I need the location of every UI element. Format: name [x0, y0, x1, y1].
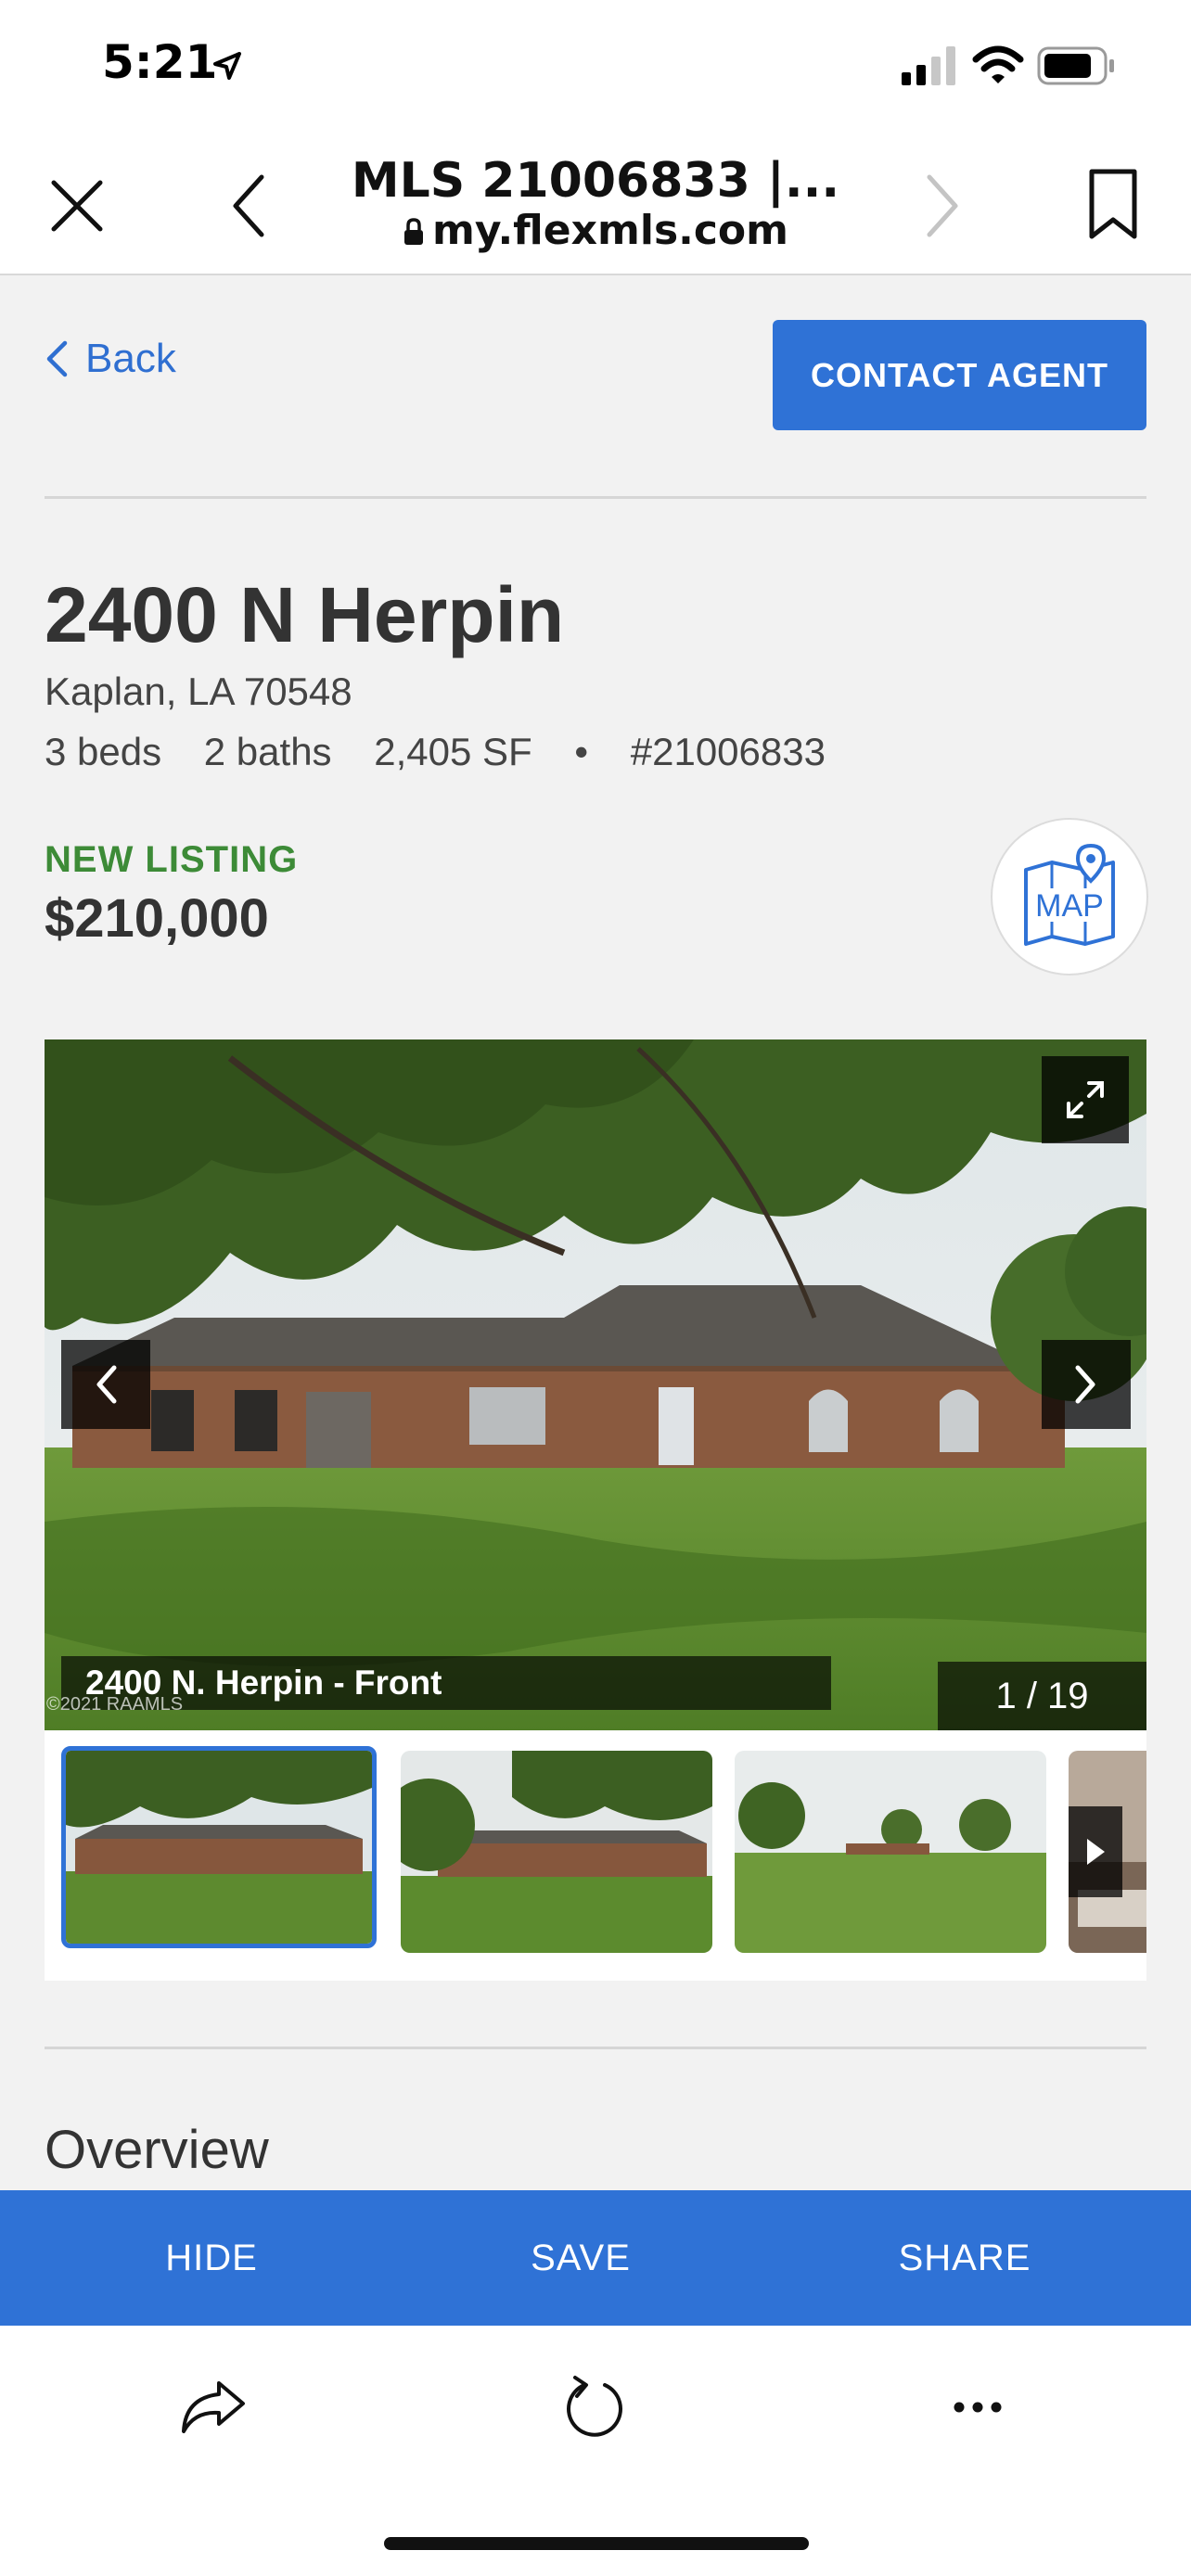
domain-row: my.flexmls.com — [315, 207, 876, 254]
map-icon: MAP — [1024, 843, 1115, 946]
close-icon[interactable] — [48, 177, 106, 235]
gallery-prev-button[interactable] — [61, 1340, 150, 1429]
thumbnail-image — [401, 1751, 712, 1953]
fullscreen-button[interactable] — [1042, 1056, 1129, 1143]
reload-icon[interactable] — [560, 2372, 627, 2442]
thumbnail[interactable] — [61, 1746, 377, 1948]
back-link[interactable]: Back — [45, 336, 176, 382]
share-forward-icon[interactable] — [178, 2378, 249, 2437]
status-time: 5:21 — [102, 35, 218, 89]
bookmark-icon[interactable] — [1087, 168, 1139, 242]
gallery-next-button[interactable] — [1042, 1340, 1131, 1429]
browser-back-icon[interactable] — [228, 172, 269, 240]
action-bar: HIDE SAVE SHARE — [0, 2190, 1191, 2326]
thumbnail-strip — [45, 1730, 1146, 1981]
main-photo — [45, 1039, 1146, 1730]
area-text: 2,405 SF — [374, 730, 532, 773]
listing-price: $210,000 — [45, 888, 269, 949]
lock-icon — [403, 218, 423, 245]
overview-heading: Overview — [45, 2120, 269, 2180]
thumbnails-next-button[interactable] — [1069, 1806, 1122, 1897]
play-icon — [1087, 1839, 1105, 1865]
expand-icon — [1067, 1081, 1104, 1118]
listing-city: Kaplan, LA 70548 — [45, 670, 352, 713]
back-label: Back — [85, 336, 176, 381]
share-button[interactable]: SHARE — [738, 2190, 1191, 2326]
location-arrow-icon — [213, 52, 241, 80]
cellular-signal-icon — [902, 46, 955, 85]
domain-text: my.flexmls.com — [431, 207, 789, 254]
chevron-left-icon — [46, 340, 68, 377]
thumbnail[interactable] — [735, 1751, 1046, 1953]
browser-forward-icon[interactable] — [922, 172, 963, 240]
home-indicator — [384, 2537, 809, 2550]
listing-status-badge: NEW LISTING — [45, 839, 299, 880]
mls-number: #21006833 — [630, 730, 826, 773]
chevron-right-icon — [1075, 1365, 1095, 1404]
divider — [45, 496, 1146, 499]
photo-counter: 1 / 19 — [938, 1662, 1146, 1730]
status-bar: 5:21 — [0, 0, 1191, 134]
photo-gallery[interactable]: 2400 N. Herpin - Front ©2021 RAAMLS 1 / … — [45, 1039, 1146, 1730]
thumbnail-image — [735, 1751, 1046, 1953]
separator-dot: • — [574, 730, 589, 773]
browser-header: MLS 21006833 |... my.flexmls.com — [0, 134, 1191, 275]
contact-agent-button[interactable]: CONTACT AGENT — [773, 320, 1146, 430]
page-title: MLS 21006833 |... — [351, 153, 840, 209]
battery-icon — [1037, 46, 1114, 85]
divider — [45, 2047, 1146, 2049]
thumbnail-image — [66, 1751, 372, 1944]
map-label: MAP — [1035, 888, 1104, 924]
wifi-icon — [972, 45, 1024, 83]
photo-copyright: ©2021 RAAMLS — [46, 1694, 184, 1715]
listing-address: 2400 N Herpin — [45, 571, 565, 658]
hide-button[interactable]: HIDE — [0, 2190, 423, 2326]
listing-facts: 3 beds 2 baths 2,405 SF • #21006833 — [45, 730, 857, 774]
baths-text: 2 baths — [203, 730, 332, 773]
beds-text: 3 beds — [45, 730, 162, 773]
map-button[interactable]: MAP — [991, 818, 1148, 976]
save-button[interactable]: SAVE — [423, 2190, 738, 2326]
chevron-left-icon — [96, 1365, 117, 1404]
thumbnail[interactable] — [401, 1751, 712, 1953]
more-options-icon[interactable] — [954, 2400, 1002, 2415]
